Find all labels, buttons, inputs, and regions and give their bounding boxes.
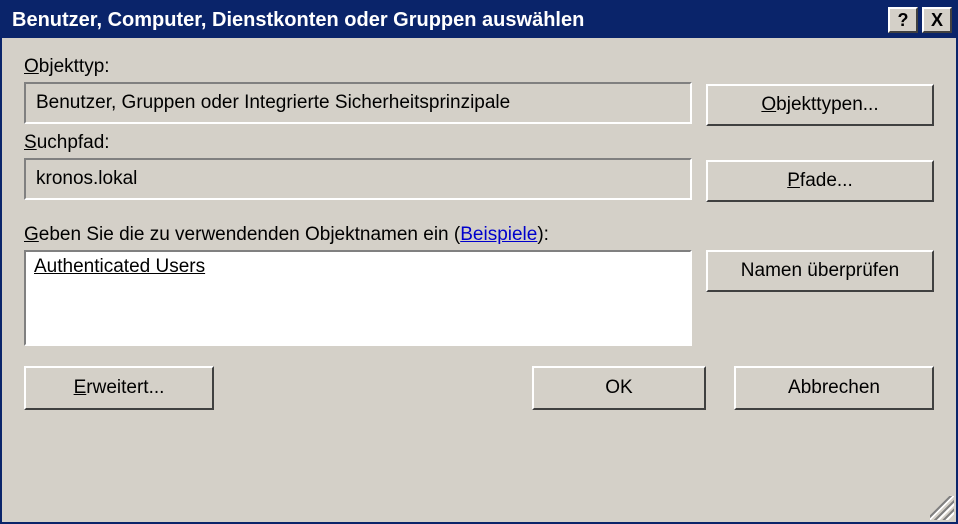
suchpfad-label: Suchpfad: — [24, 132, 692, 154]
suchpfad-row: Suchpfad: kronos.lokal Pfade... — [24, 132, 934, 202]
namen-ueberpruefen-button[interactable]: Namen überprüfen — [706, 250, 934, 292]
abbrechen-button[interactable]: Abbrechen — [734, 366, 934, 410]
beispiele-link[interactable]: Beispiele — [460, 224, 537, 245]
suchpfad-field: kronos.lokal — [24, 158, 692, 200]
objektnamen-value: Authenticated Users — [34, 256, 205, 277]
window-title: Benutzer, Computer, Dienstkonten oder Gr… — [12, 9, 888, 32]
titlebar: Benutzer, Computer, Dienstkonten oder Gr… — [2, 2, 956, 38]
objekttyp-field: Benutzer, Gruppen oder Integrierte Siche… — [24, 82, 692, 124]
help-button[interactable]: ? — [888, 7, 918, 33]
pfade-button[interactable]: Pfade... — [706, 160, 934, 202]
dialog-content: OObjekttyp:bjekttyp: Benutzer, Gruppen o… — [2, 38, 956, 522]
objekttypen-button[interactable]: Objekttypen... — [706, 84, 934, 126]
close-button[interactable]: X — [922, 7, 952, 33]
bottom-button-row: Erweitert... OK Abbrechen — [24, 366, 934, 410]
ok-button[interactable]: OK — [532, 366, 706, 410]
resize-grip[interactable] — [930, 496, 954, 520]
objektnamen-row: Authenticated Users Namen überprüfen — [24, 250, 934, 346]
objekttyp-label: OObjekttyp:bjekttyp: — [24, 56, 692, 78]
objekttyp-value: Benutzer, Gruppen oder Integrierte Siche… — [36, 92, 510, 114]
objektnamen-label: Geben Sie die zu verwendenden Objektname… — [24, 224, 934, 246]
object-picker-dialog: Benutzer, Computer, Dienstkonten oder Gr… — [0, 0, 958, 524]
objektnamen-input[interactable]: Authenticated Users — [24, 250, 692, 346]
suchpfad-value: kronos.lokal — [36, 168, 137, 190]
erweitert-button[interactable]: Erweitert... — [24, 366, 214, 410]
titlebar-buttons: ? X — [888, 7, 952, 33]
objekttyp-row: OObjekttyp:bjekttyp: Benutzer, Gruppen o… — [24, 56, 934, 126]
